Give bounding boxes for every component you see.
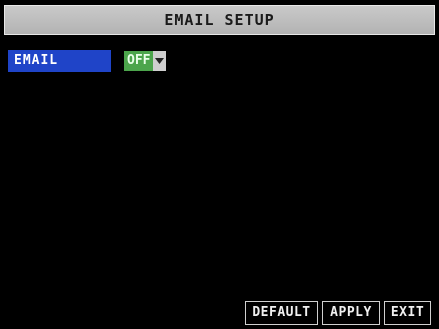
email-select[interactable]: OFF (124, 51, 167, 71)
exit-button[interactable]: EXIT (384, 301, 431, 325)
email-label[interactable]: EMAIL (8, 50, 111, 72)
apply-button[interactable]: APPLY (322, 301, 380, 325)
title-bar: EMAIL SETUP (4, 5, 435, 35)
chevron-down-icon[interactable] (153, 51, 167, 71)
page-title: EMAIL SETUP (164, 11, 275, 29)
email-setting-row: EMAIL OFF (8, 50, 208, 72)
email-select-value[interactable]: OFF (124, 51, 154, 71)
default-button[interactable]: DEFAULT (245, 301, 318, 325)
email-setup-screen: EMAIL SETUP EMAIL OFF DEFAULT APPLY EXIT (0, 0, 439, 329)
